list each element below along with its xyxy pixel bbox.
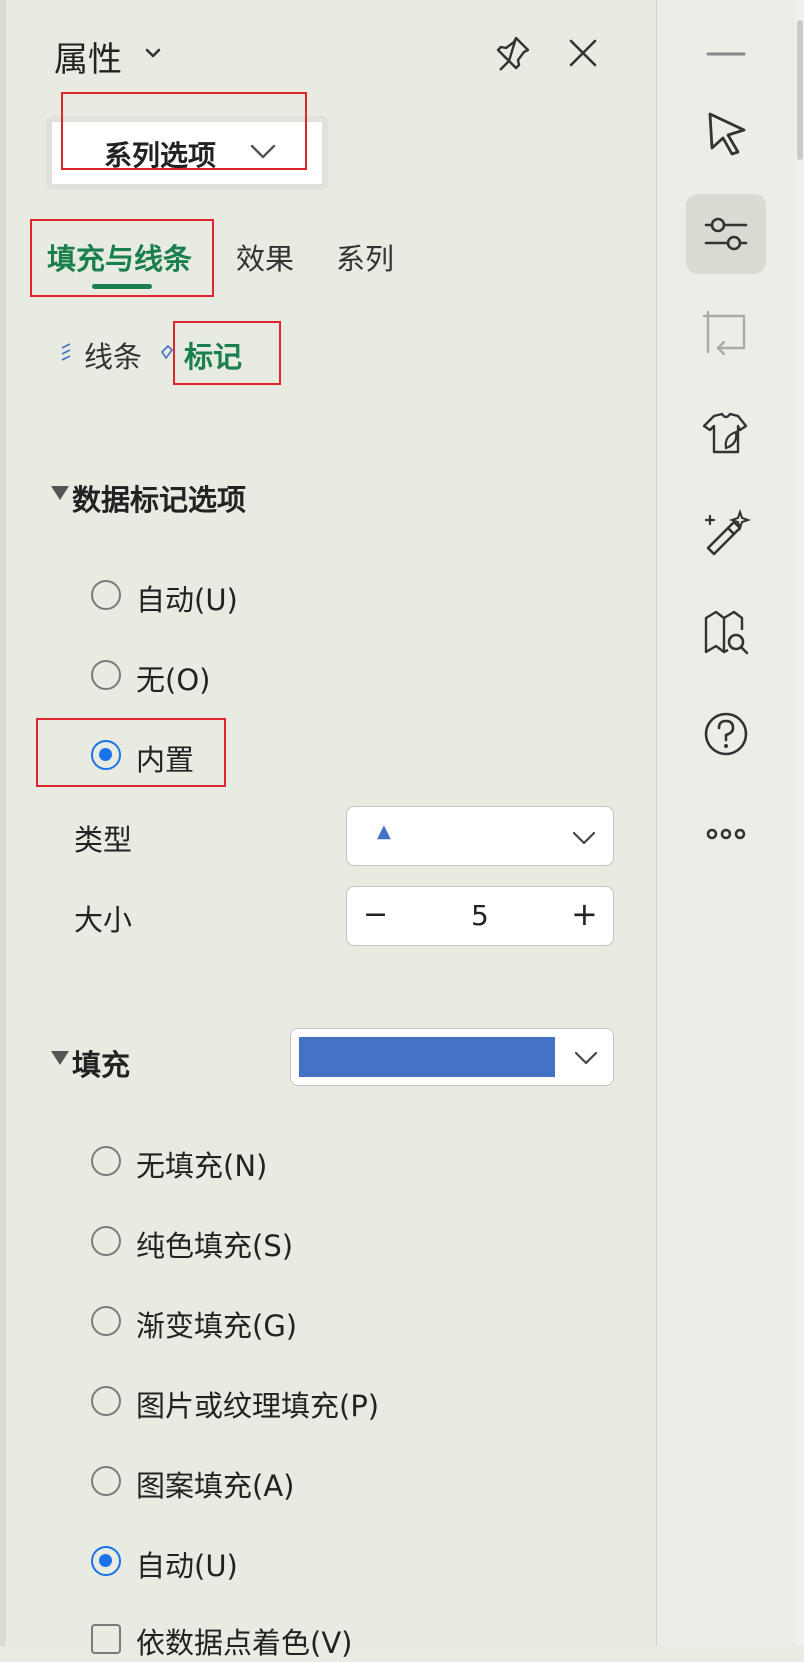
subtab-line[interactable]: 线条	[84, 334, 142, 376]
chevron-down-icon	[250, 144, 276, 159]
chevron-down-icon	[572, 831, 596, 845]
fill-color-swatch	[299, 1037, 555, 1077]
marker-size-value[interactable]: 5	[471, 899, 489, 932]
select-cursor-icon[interactable]	[700, 108, 752, 160]
collapse-triangle-icon[interactable]	[51, 1051, 69, 1065]
fill-auto-label[interactable]: 自动(U)	[136, 1543, 238, 1585]
vary-colors-label[interactable]: 依数据点着色(V)	[136, 1620, 352, 1662]
line-icon	[61, 343, 71, 361]
collapse-triangle-icon[interactable]	[51, 486, 69, 500]
scrollbar-thumb[interactable]	[797, 20, 803, 160]
subtab-marker[interactable]: 标记	[184, 334, 242, 376]
fill-gradient-radio[interactable]	[91, 1306, 121, 1336]
marker-type-select[interactable]: ▲	[346, 806, 614, 866]
magic-wand-icon[interactable]	[700, 508, 752, 560]
transform-icon[interactable]	[700, 308, 752, 360]
pin-icon[interactable]	[494, 34, 532, 72]
marker-builtin-label[interactable]: 内置	[136, 737, 194, 779]
marker-size-label: 大小	[74, 903, 133, 937]
fill-solid-radio[interactable]	[91, 1226, 121, 1256]
tab-active-indicator	[92, 284, 152, 289]
marker-auto-radio[interactable]	[91, 580, 121, 610]
properties-sliders-icon[interactable]	[700, 208, 752, 260]
marker-type-value: ▲	[377, 821, 391, 842]
fill-none-radio[interactable]	[91, 1146, 121, 1176]
marker-type-label: 类型	[74, 823, 133, 857]
fill-none-label[interactable]: 无填充(N)	[136, 1143, 267, 1185]
fill-solid-label[interactable]: 纯色填充(S)	[136, 1223, 293, 1265]
marker-icon	[160, 344, 174, 360]
fill-color-select[interactable]	[290, 1028, 614, 1086]
increment-button[interactable]: +	[571, 895, 598, 933]
book-search-icon[interactable]	[700, 608, 752, 660]
series-options-label: 系列选项	[104, 139, 217, 172]
minimize-icon[interactable]	[700, 28, 752, 80]
fill-picture-label[interactable]: 图片或纹理填充(P)	[136, 1383, 379, 1425]
close-icon[interactable]	[566, 36, 600, 70]
fill-pattern-radio[interactable]	[91, 1466, 121, 1496]
marker-builtin-radio[interactable]	[91, 740, 121, 770]
vary-colors-checkbox[interactable]	[91, 1624, 121, 1654]
marker-none-radio[interactable]	[91, 660, 121, 690]
tab-effects[interactable]: 效果	[236, 236, 294, 278]
panel-title[interactable]: 属性	[54, 32, 122, 81]
more-icon[interactable]	[700, 808, 752, 860]
fill-picture-radio[interactable]	[91, 1386, 121, 1416]
decrement-button[interactable]: −	[363, 897, 388, 932]
tab-fill-line[interactable]: 填充与线条	[47, 236, 192, 278]
marker-none-label[interactable]: 无(O)	[136, 657, 210, 699]
fill-pattern-label[interactable]: 图案填充(A)	[136, 1463, 294, 1505]
chevron-down-icon[interactable]	[140, 40, 166, 66]
fill-gradient-label[interactable]: 渐变填充(G)	[136, 1303, 297, 1345]
tab-series[interactable]: 系列	[336, 236, 394, 278]
marker-size-stepper[interactable]: − 5 +	[346, 886, 614, 946]
marker-auto-label[interactable]: 自动(U)	[136, 577, 238, 619]
help-icon[interactable]	[700, 708, 752, 760]
fill-auto-radio[interactable]	[91, 1546, 121, 1576]
scrollbar[interactable]	[796, 0, 804, 1646]
chevron-down-icon	[574, 1051, 598, 1065]
series-options-dropdown[interactable]: 系列选项	[46, 116, 328, 190]
fill-title[interactable]: 填充	[72, 1042, 130, 1084]
style-icon[interactable]	[700, 408, 752, 460]
marker-options-title[interactable]: 数据标记选项	[72, 477, 246, 519]
